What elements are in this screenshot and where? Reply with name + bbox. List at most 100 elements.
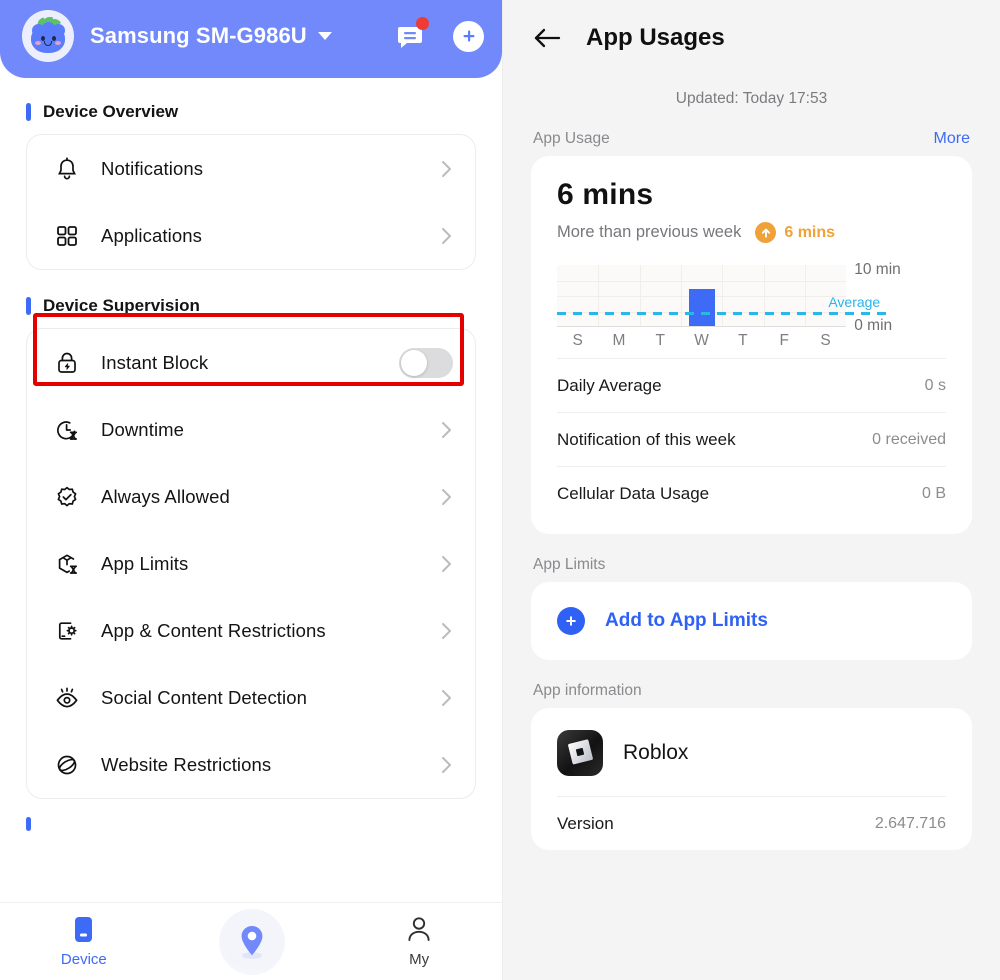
chart-bar-cell	[681, 265, 722, 326]
sidebar-item-website-restrictions[interactable]: Website Restrictions	[27, 731, 475, 798]
notification-dot-icon	[416, 17, 429, 30]
chart-y-axis: 10 min 0 min	[854, 261, 946, 350]
check-badge-icon	[51, 483, 83, 511]
section-accent-bar	[26, 817, 31, 831]
right-panel: App Usages Updated: Today 17:53 App Usag…	[503, 0, 1000, 980]
chevron-right-icon	[442, 756, 451, 773]
chart-x-tick: S	[572, 332, 583, 349]
app-limits-group-header: App Limits	[503, 534, 1000, 582]
sidebar-item-instant-block[interactable]: Instant Block	[27, 329, 475, 396]
roblox-icon	[557, 730, 603, 776]
blueberry-avatar-icon	[29, 17, 67, 54]
section-title: Device Supervision	[43, 296, 200, 315]
device-supervision-card: Instant Block Downtime Always Allowed Ap…	[26, 328, 476, 799]
sidebar-item-label: Applications	[101, 224, 202, 246]
app-identity-row: Roblox	[557, 708, 946, 796]
nav-tab-label: Device	[60, 951, 107, 968]
chart-x-tick: W	[694, 332, 709, 349]
chart-x-tick: T	[655, 332, 666, 349]
chart-bar-cell	[598, 265, 639, 326]
usage-chart: Average S M T W T F S 10 min 0 min	[557, 243, 946, 358]
message-button[interactable]	[395, 17, 429, 52]
chart-bar	[688, 289, 715, 326]
chevron-right-icon	[442, 160, 451, 177]
section-header-device-overview: Device Overview	[0, 78, 502, 134]
stat-key: Daily Average	[557, 375, 662, 395]
add-to-app-limits-button[interactable]: Add to App Limits	[557, 582, 946, 660]
chevron-down-icon[interactable]	[317, 32, 332, 40]
updated-timestamp: Updated: Today 17:53	[675, 90, 828, 107]
chart-average-line	[557, 311, 889, 315]
nav-tab-device[interactable]: Device	[0, 915, 168, 968]
chart-y-tick-bottom: 0 min	[854, 317, 893, 334]
device-name[interactable]: Samsung SM-G986U	[90, 23, 307, 49]
grid-apps-icon	[51, 222, 83, 250]
stat-row-daily-average: Daily Average 0 s	[557, 358, 946, 412]
sidebar-item-label: Downtime	[101, 418, 185, 440]
section-accent-bar	[26, 103, 31, 121]
card-bottom-pad	[557, 520, 946, 534]
plus-icon	[463, 30, 474, 42]
app-info-row-version: Version 2.647.716	[557, 796, 946, 850]
chart-x-tick: F	[779, 332, 789, 349]
eye-icon	[51, 684, 83, 712]
sidebar-item-applications[interactable]: Applications	[27, 202, 475, 269]
section-header-device-supervision: Device Supervision	[0, 270, 502, 328]
stat-value: 0 received	[872, 430, 946, 448]
phone-gear-icon	[51, 617, 83, 645]
app-usage-card: 6 mins More than previous week 6 mins Av…	[531, 156, 972, 534]
trend-badge: 6 mins	[755, 222, 835, 243]
left-scroll-area[interactable]: Device Overview Notifications Applicatio…	[0, 78, 502, 980]
add-button[interactable]	[453, 20, 484, 52]
plus-circle-icon	[557, 607, 585, 635]
clock-hourglass-icon	[51, 416, 83, 444]
add-to-app-limits-label: Add to App Limits	[605, 610, 768, 631]
info-key: Version	[557, 813, 614, 833]
chevron-right-icon	[442, 689, 451, 706]
nav-tab-my[interactable]: My	[335, 915, 502, 968]
section-accent-bar	[26, 297, 31, 315]
left-panel: Samsung SM-G986U Device Overview Notific…	[0, 0, 503, 980]
location-pin-icon	[241, 926, 262, 959]
chart-bar-cell	[764, 265, 805, 326]
chevron-right-icon	[442, 488, 451, 505]
cube-hourglass-icon	[51, 550, 83, 578]
back-button[interactable]	[530, 21, 564, 55]
nav-tab-location[interactable]	[168, 909, 336, 980]
chart-y-tick-top: 10 min	[854, 261, 901, 278]
trend-value: 6 mins	[784, 223, 836, 241]
app-information-card: Roblox Version 2.647.716	[531, 708, 972, 850]
stat-value: 0 B	[921, 484, 946, 502]
sidebar-item-label: Notifications	[101, 157, 204, 179]
sidebar-item-notifications[interactable]: Notifications	[27, 135, 475, 202]
trend-description: More than previous week	[557, 223, 742, 241]
sidebar-item-always-allowed[interactable]: Always Allowed	[27, 463, 475, 530]
chart-grid: Average	[557, 265, 889, 327]
more-link[interactable]: More	[934, 130, 970, 148]
chart-x-axis: S M T W T F S	[557, 327, 846, 350]
chart-bar-cell	[722, 265, 763, 326]
section-header-partial	[0, 799, 502, 831]
app-usage-group-header: App Usage More	[503, 108, 1000, 156]
group-title: App Usage	[533, 130, 610, 147]
sidebar-item-label: Social Content Detection	[101, 686, 308, 708]
sidebar-item-social-content-detection[interactable]: Social Content Detection	[27, 664, 475, 731]
sidebar-item-app-content-restrictions[interactable]: App & Content Restrictions	[27, 597, 475, 664]
section-title: Device Overview	[43, 102, 179, 121]
avatar[interactable]	[22, 10, 74, 62]
sidebar-item-label: Instant Block	[101, 351, 209, 373]
sidebar-item-label: App & Content Restrictions	[101, 619, 326, 641]
trend-row: More than previous week 6 mins	[557, 212, 946, 243]
sidebar-item-label: Always Allowed	[101, 485, 230, 507]
chevron-right-icon	[442, 421, 451, 438]
arrow-left-icon	[534, 28, 561, 48]
lock-bolt-icon	[51, 349, 83, 377]
sidebar-item-app-limits[interactable]: App Limits	[27, 530, 475, 597]
sidebar-item-downtime[interactable]: Downtime	[27, 396, 475, 463]
app-information-group-header: App information	[503, 660, 1000, 708]
app-limits-card[interactable]: Add to App Limits	[531, 582, 972, 660]
instant-block-toggle[interactable]	[399, 347, 453, 378]
group-title: App information	[533, 682, 642, 699]
location-fab[interactable]	[218, 909, 285, 975]
person-icon	[408, 917, 430, 941]
